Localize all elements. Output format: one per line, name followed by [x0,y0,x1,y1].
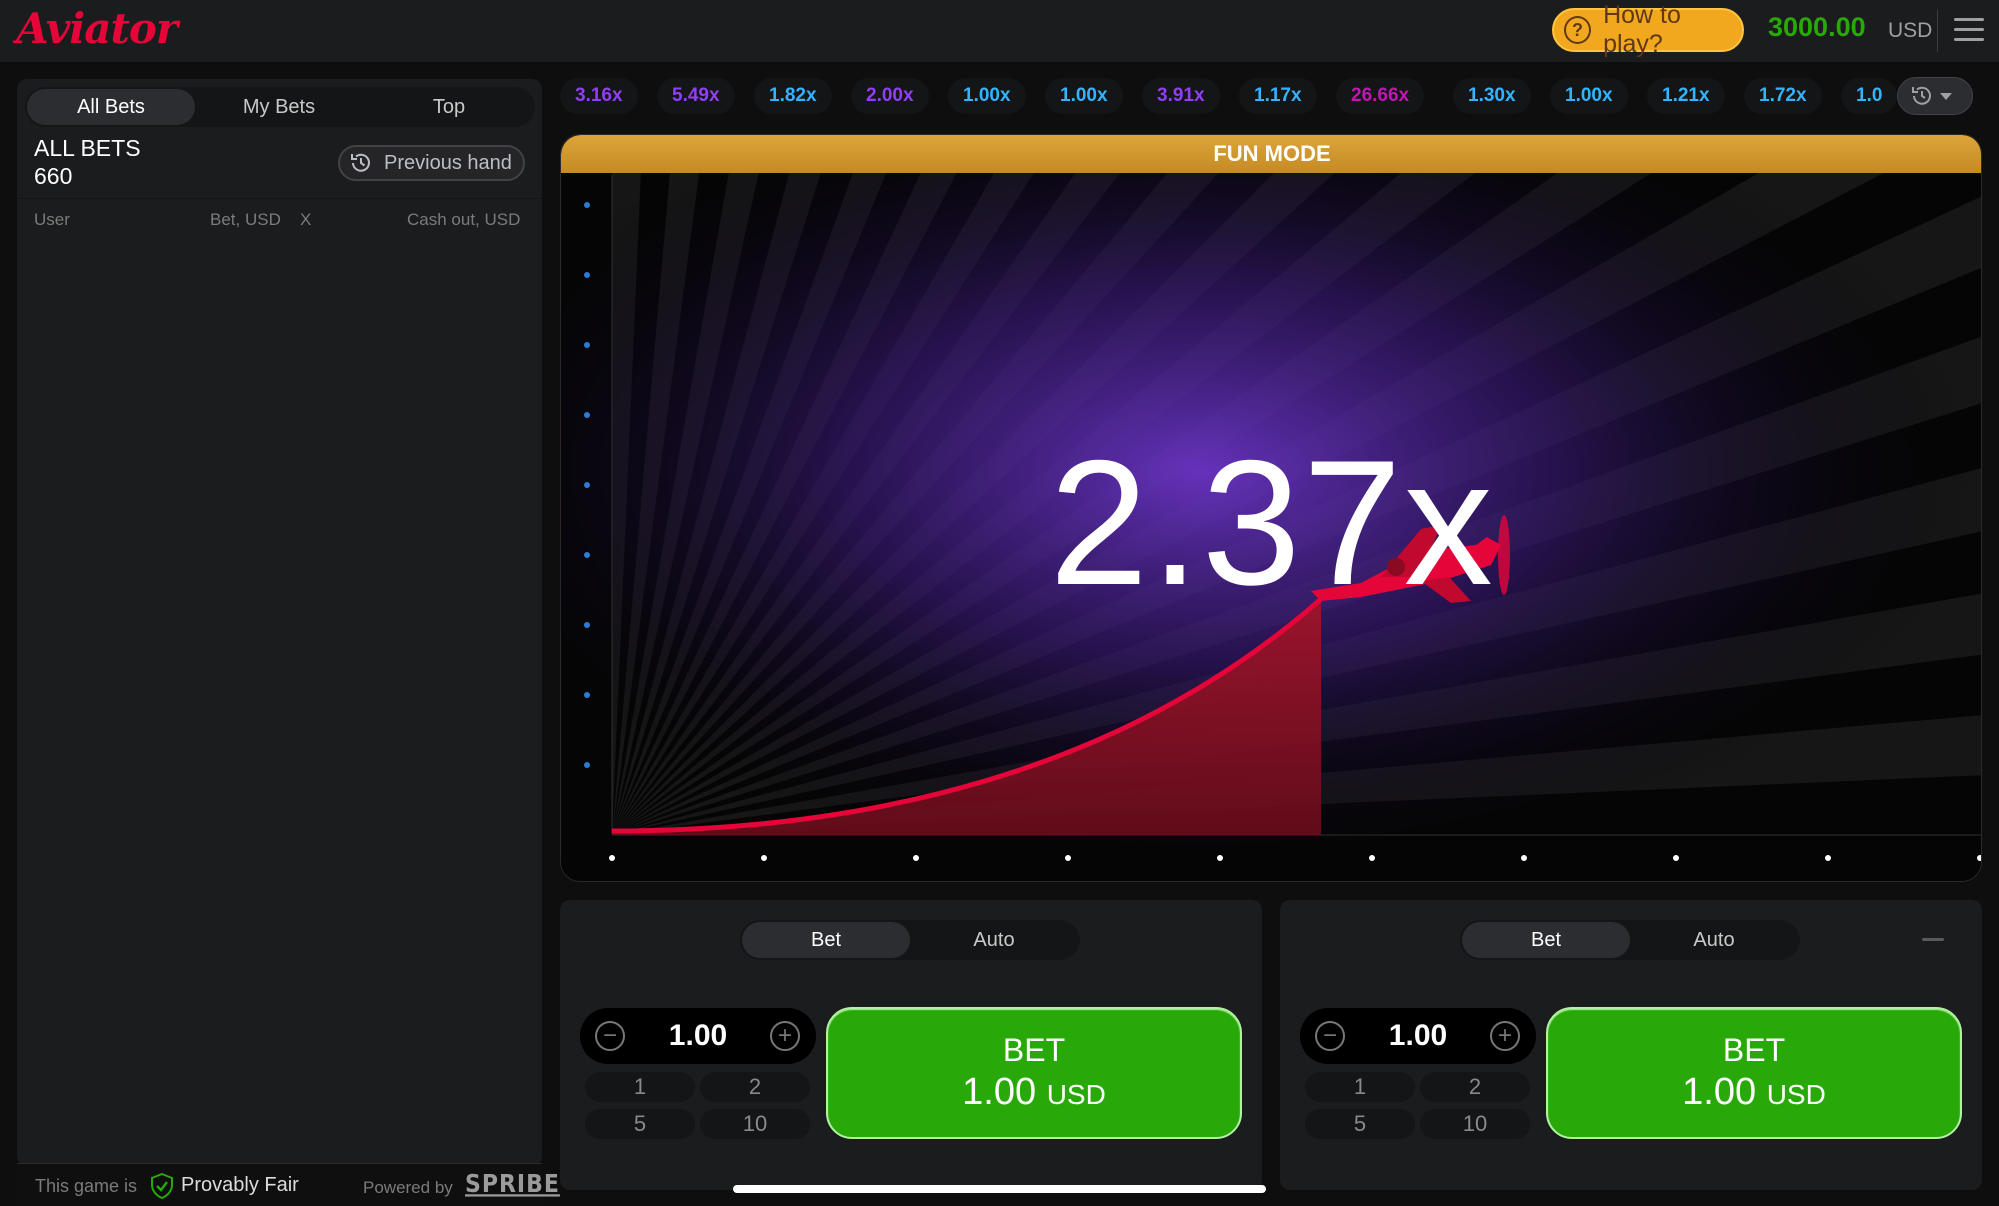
x-axis-dot [1825,855,1831,861]
column-cashout: Cash out, USD [407,210,521,229]
x-axis-dot [609,855,615,861]
bet-panel-1: Bet Auto 1.00 − + 1 2 5 10 BET 1.00 USD [560,900,1262,1190]
x-axis-dot [1065,855,1071,861]
x-axis-dot [913,855,919,861]
history-multiplier[interactable]: 1.82x [754,78,832,114]
quick-amount-5[interactable]: 5 [585,1109,695,1139]
fun-mode-banner: FUN MODE [561,135,1981,173]
history-multiplier[interactable]: 1.72x [1744,78,1822,114]
x-axis-dot [1217,855,1223,861]
quick-amount-10[interactable]: 10 [1420,1109,1530,1139]
bet-panel-2: Bet Auto 1.00 − + 1 2 5 10 BET 1.00 USD [1280,900,1982,1190]
question-icon: ? [1564,16,1592,44]
tab-bet[interactable]: Bet [1462,922,1630,958]
minus-circle-icon[interactable]: − [1315,1021,1345,1051]
bet-button-currency: USD [1046,1079,1106,1110]
history-multiplier[interactable]: 2.00x [851,78,929,114]
bet-amount-stepper: 1.00 − + [1300,1008,1536,1064]
footer-prefix: This game is [35,1176,138,1196]
provably-fair-link[interactable]: Provably Fair [181,1174,299,1197]
bet-button-amount: 1.00 [1682,1071,1757,1113]
bet-button[interactable]: BET 1.00 USD [1546,1007,1962,1139]
remove-panel-icon[interactable] [1922,938,1944,941]
history-clock-icon [351,153,370,172]
bets-tab-switcher: All Bets My Bets Top [25,87,535,127]
quick-amount-1[interactable]: 1 [585,1072,695,1102]
hamburger-menu-icon[interactable] [1954,18,1984,42]
tab-all-bets[interactable]: All Bets [27,89,195,125]
x-axis-dot [1521,855,1527,861]
bet-button[interactable]: BET 1.00 USD [826,1007,1242,1139]
balance-amount: 3000.00 [1768,12,1866,42]
history-multiplier[interactable]: 1.0 [1841,78,1898,114]
history-multiplier[interactable]: 1.00x [1045,78,1123,114]
tab-auto[interactable]: Auto [910,922,1078,958]
aviator-logo[interactable]: Aviator [16,4,178,53]
bet-button-label: BET [1722,1032,1786,1068]
bet-amount-stepper: 1.00 − + [580,1008,816,1064]
history-dropdown-button[interactable] [1897,77,1973,115]
history-icon [1912,86,1952,105]
bet-button-currency: USD [1766,1079,1826,1110]
all-bets-count: 660 [34,163,73,189]
previous-hand-label: Previous hand [384,151,512,174]
balance-currency: USD [1888,19,1933,42]
provably-fair-footer: This game is Provably Fair Powered by SP… [17,1163,559,1206]
quick-amount-10[interactable]: 10 [700,1109,810,1139]
column-user: User [34,210,70,229]
y-axis-dot [584,762,590,768]
history-multiplier[interactable]: 26.66x [1336,78,1425,114]
quick-amount-2[interactable]: 2 [1420,1072,1530,1102]
how-to-play-button[interactable]: ? How to play? [1552,1,1744,58]
history-multiplier[interactable]: 1.21x [1647,78,1725,114]
y-axis-dot [584,692,590,698]
header-divider [1937,10,1938,52]
tab-my-bets[interactable]: My Bets [195,89,363,125]
x-axis-dot [761,855,767,861]
bet-button-label: BET [1002,1032,1066,1068]
tab-auto[interactable]: Auto [1630,922,1798,958]
history-multiplier[interactable]: 3.16x [560,78,638,114]
previous-hand-button[interactable]: Previous hand [338,145,525,181]
powered-by-label: Powered by [363,1178,453,1197]
history-multiplier[interactable]: 3.91x [1142,78,1220,114]
all-bets-title: ALL BETS [34,135,141,161]
minus-circle-icon[interactable]: − [595,1021,625,1051]
plus-circle-icon[interactable]: + [770,1021,800,1051]
shield-check-icon[interactable] [150,1173,174,1199]
y-axis-dot [584,342,590,348]
history-multiplier[interactable]: 1.30x [1453,78,1531,114]
tab-bet[interactable]: Bet [742,922,910,958]
y-axis-dot [584,202,590,208]
quick-amount-1[interactable]: 1 [1305,1072,1415,1102]
column-x: X [300,210,312,229]
column-bet: Bet, USD [210,210,281,229]
how-to-play-label: How to play? [1603,1,1681,58]
spribe-logo[interactable]: SPRIBE [465,1170,560,1199]
header-separator [17,198,542,199]
bet-mode-switcher: Bet Auto [1460,920,1800,960]
history-multiplier[interactable]: 1.17x [1239,78,1317,114]
x-axis-dot [1369,855,1375,861]
plus-circle-icon[interactable]: + [1490,1021,1520,1051]
tab-top[interactable]: Top [365,89,533,125]
history-multiplier[interactable]: 5.49x [657,78,735,114]
bet-button-amount: 1.00 [962,1071,1037,1113]
multiplier-history: 3.16x 5.49x 1.82x 2.00x 1.00x 1.00x 3.91x 1.17x… [560,78,1970,118]
bet-mode-switcher: Bet Auto [740,920,1080,960]
y-axis-dot [584,272,590,278]
history-multiplier[interactable]: 1.00x [1550,78,1628,114]
x-axis-dot [1673,855,1679,861]
top-bar: Aviator ? How to play? 3000.00 USD [0,0,1999,62]
game-canvas: FUN MODE 2.37x [560,134,1982,882]
bets-sidebar: All Bets My Bets Top ALL BETS 660 Previo… [17,79,542,1166]
home-indicator [733,1185,1266,1193]
history-multiplier[interactable]: 1.00x [948,78,1026,114]
quick-amount-2[interactable]: 2 [700,1072,810,1102]
y-axis-dot [584,412,590,418]
quick-amount-5[interactable]: 5 [1305,1109,1415,1139]
current-multiplier: 2.37x [1049,423,1495,622]
